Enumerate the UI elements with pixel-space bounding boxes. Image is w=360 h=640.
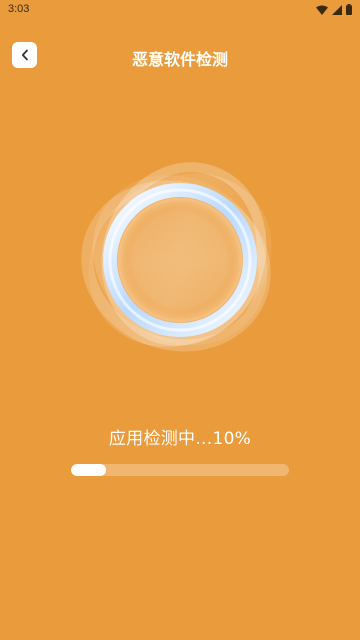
status-time: 3:03 <box>8 3 30 15</box>
progress-bar <box>71 464 289 476</box>
app-bar: 恶意软件检测 <box>0 32 360 76</box>
status-icons <box>316 4 352 15</box>
wifi-icon <box>316 5 328 15</box>
scanner-animation <box>80 150 280 370</box>
progress-fill <box>71 464 106 476</box>
battery-icon <box>346 4 352 15</box>
scan-status-text: 应用检测中...10% <box>108 429 252 449</box>
scanner-graphic <box>81 162 272 352</box>
status-bar: 3:03 <box>0 0 360 24</box>
page-title: 恶意软件检测 <box>131 50 228 69</box>
signal-icon <box>332 4 342 15</box>
